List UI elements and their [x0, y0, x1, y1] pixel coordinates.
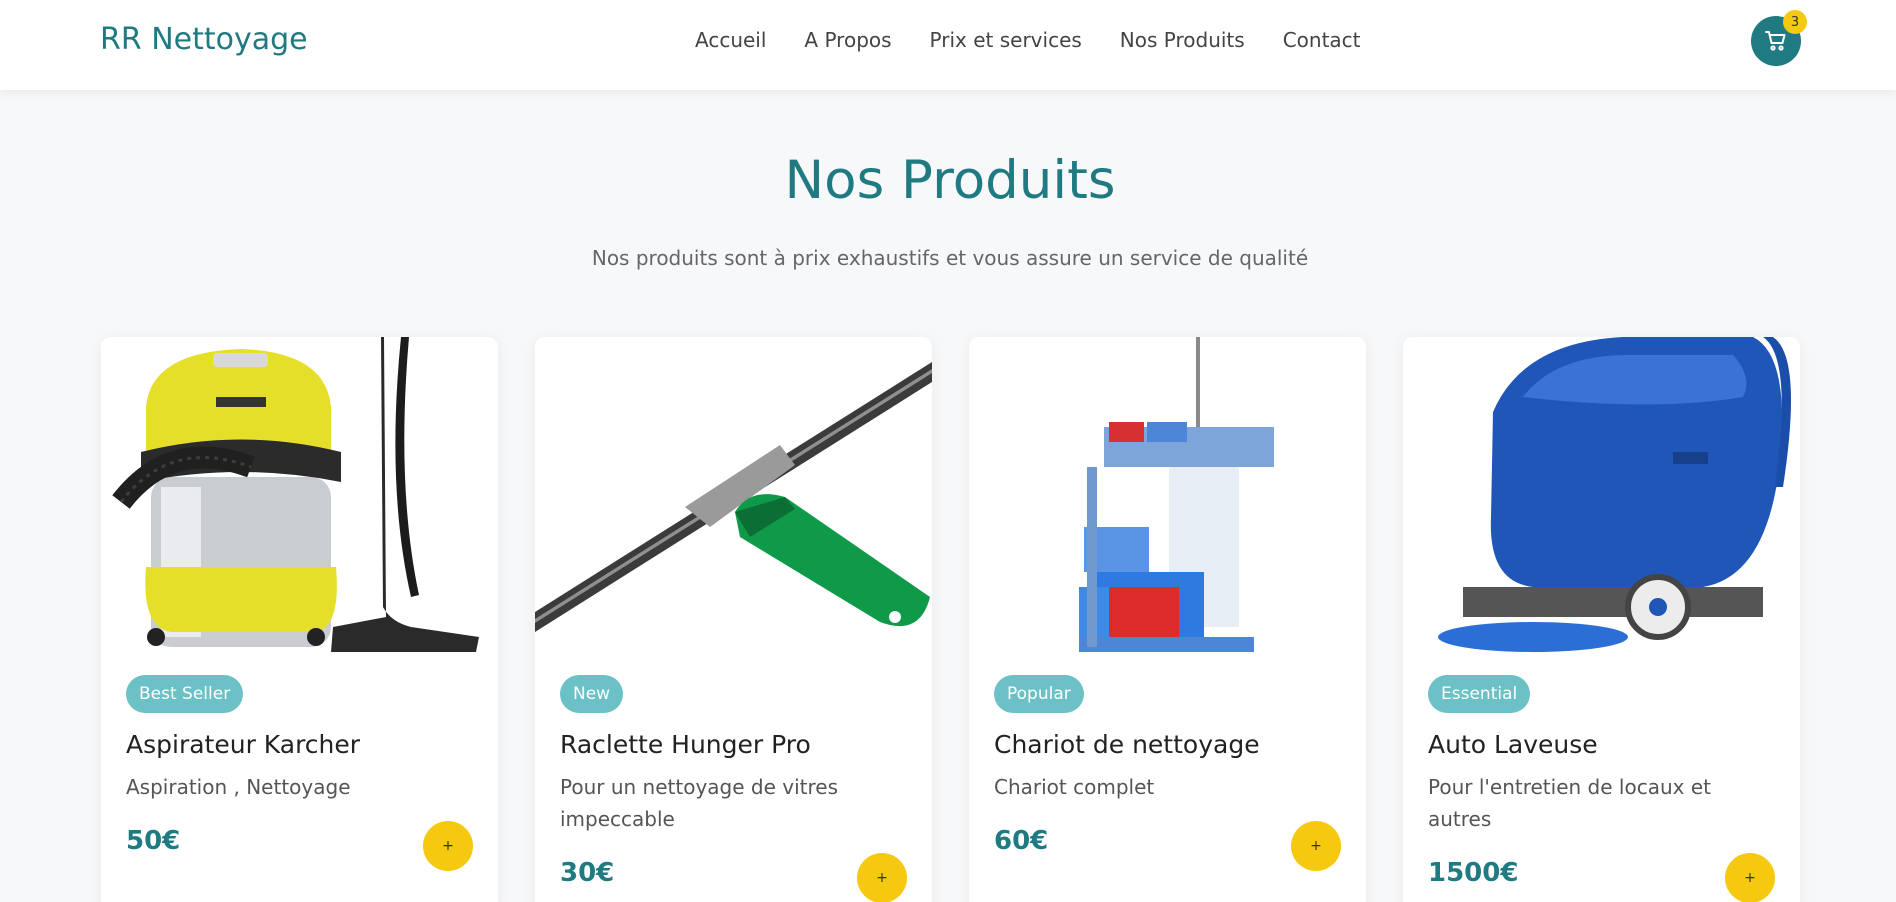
- product-card-raclette: New Raclette Hunger Pro Pour un nettoyag…: [535, 337, 932, 902]
- product-title: Chariot de nettoyage: [994, 730, 1260, 759]
- add-to-cart-button[interactable]: +: [857, 853, 907, 902]
- product-badge: New: [560, 675, 624, 713]
- cart-icon: [1765, 31, 1786, 51]
- product-price: 30€: [560, 858, 615, 888]
- product-price: 60€: [994, 826, 1049, 856]
- product-description: Aspiration , Nettoyage: [126, 775, 351, 799]
- product-title: Aspirateur Karcher: [126, 730, 361, 759]
- navbar: RR Nettoyage Accueil A Propos Prix et se…: [0, 0, 1896, 90]
- squeegee-image: [535, 337, 932, 652]
- nav-menu: Accueil A Propos Prix et services Nos Pr…: [695, 28, 1361, 52]
- product-badge: Best Seller: [126, 675, 244, 713]
- add-to-cart-button[interactable]: +: [1291, 821, 1341, 871]
- nav-item-a-propos[interactable]: A Propos: [804, 28, 891, 52]
- floor-scrubber-image: [1403, 337, 1800, 652]
- product-description: Chariot complet: [994, 775, 1155, 799]
- add-to-cart-button[interactable]: +: [1725, 853, 1775, 902]
- product-description: Pour l'entretien de locaux et autres: [1428, 775, 1711, 831]
- vacuum-image: [101, 337, 498, 652]
- page-title: Nos Produits: [784, 150, 1116, 211]
- product-card-aspirateur: Best Seller Aspirateur Karcher Aspiratio…: [101, 337, 498, 902]
- product-price: 50€: [126, 826, 181, 856]
- cleaning-cart-image: [969, 337, 1366, 652]
- product-badge: Essential: [1428, 675, 1531, 713]
- product-badge: Popular: [994, 675, 1084, 713]
- nav-item-accueil[interactable]: Accueil: [695, 28, 766, 52]
- product-title: Auto Laveuse: [1428, 730, 1598, 759]
- product-price: 1500€: [1428, 858, 1519, 888]
- add-to-cart-button[interactable]: +: [423, 821, 473, 871]
- product-card-auto-laveuse: Essential Auto Laveuse Pour l'entretien …: [1403, 337, 1800, 902]
- product-card-chariot: Popular Chariot de nettoyage Chariot com…: [969, 337, 1366, 902]
- nav-item-prix-services[interactable]: Prix et services: [930, 28, 1082, 52]
- cart-count-badge: 3: [1783, 10, 1807, 34]
- page-subtitle: Nos produits sont à prix exhaustifs et v…: [591, 246, 1309, 270]
- nav-item-nos-produits[interactable]: Nos Produits: [1120, 28, 1245, 52]
- product-title: Raclette Hunger Pro: [560, 730, 811, 759]
- product-description: Pour un nettoyage de vitres impeccable: [560, 775, 838, 831]
- brand-logo[interactable]: RR Nettoyage: [100, 22, 308, 57]
- nav-item-contact[interactable]: Contact: [1283, 28, 1361, 52]
